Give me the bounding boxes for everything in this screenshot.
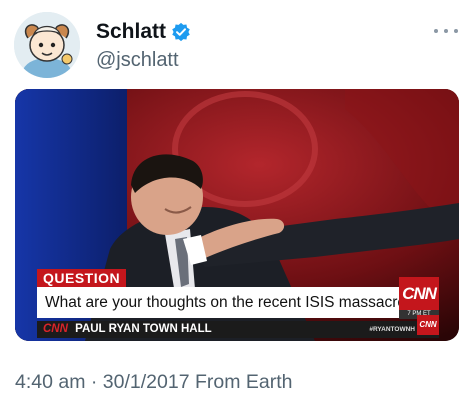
ticker-hashtag: #RYANTOWNH <box>369 326 415 333</box>
more-horizontal-icon[interactable] <box>434 26 458 36</box>
verified-badge-icon <box>171 22 191 42</box>
ticker-cnn-logo: CNN <box>417 315 439 335</box>
display-name-row: Schlatt <box>96 19 191 45</box>
cnn-logo: CNN <box>399 277 439 310</box>
avatar[interactable] <box>14 12 80 78</box>
question-caption: What are your thoughts on the recent ISI… <box>37 287 415 318</box>
display-name[interactable]: Schlatt <box>96 19 166 45</box>
ticker-show-name: PAUL RYAN TOWN HALL <box>75 323 212 335</box>
author-handle[interactable]: @jschlatt <box>96 46 191 74</box>
tweet-header: Schlatt @jschlatt <box>14 12 462 82</box>
ticker-network: CNN <box>43 323 68 335</box>
tweet-timestamp[interactable]: 4:40 am · 30/1/2017 From Earth <box>15 369 292 395</box>
author-names: Schlatt @jschlatt <box>96 19 191 74</box>
news-lower-third: QUESTION What are your thoughts on the r… <box>15 267 459 341</box>
cartoon-ram-avatar-icon <box>14 12 80 78</box>
news-ticker: CNN PAUL RYAN TOWN HALL #RYANTOWNH CNN <box>37 315 439 338</box>
tweet-media-image[interactable]: QUESTION What are your thoughts on the r… <box>15 89 459 341</box>
question-tag: QUESTION <box>37 269 127 287</box>
